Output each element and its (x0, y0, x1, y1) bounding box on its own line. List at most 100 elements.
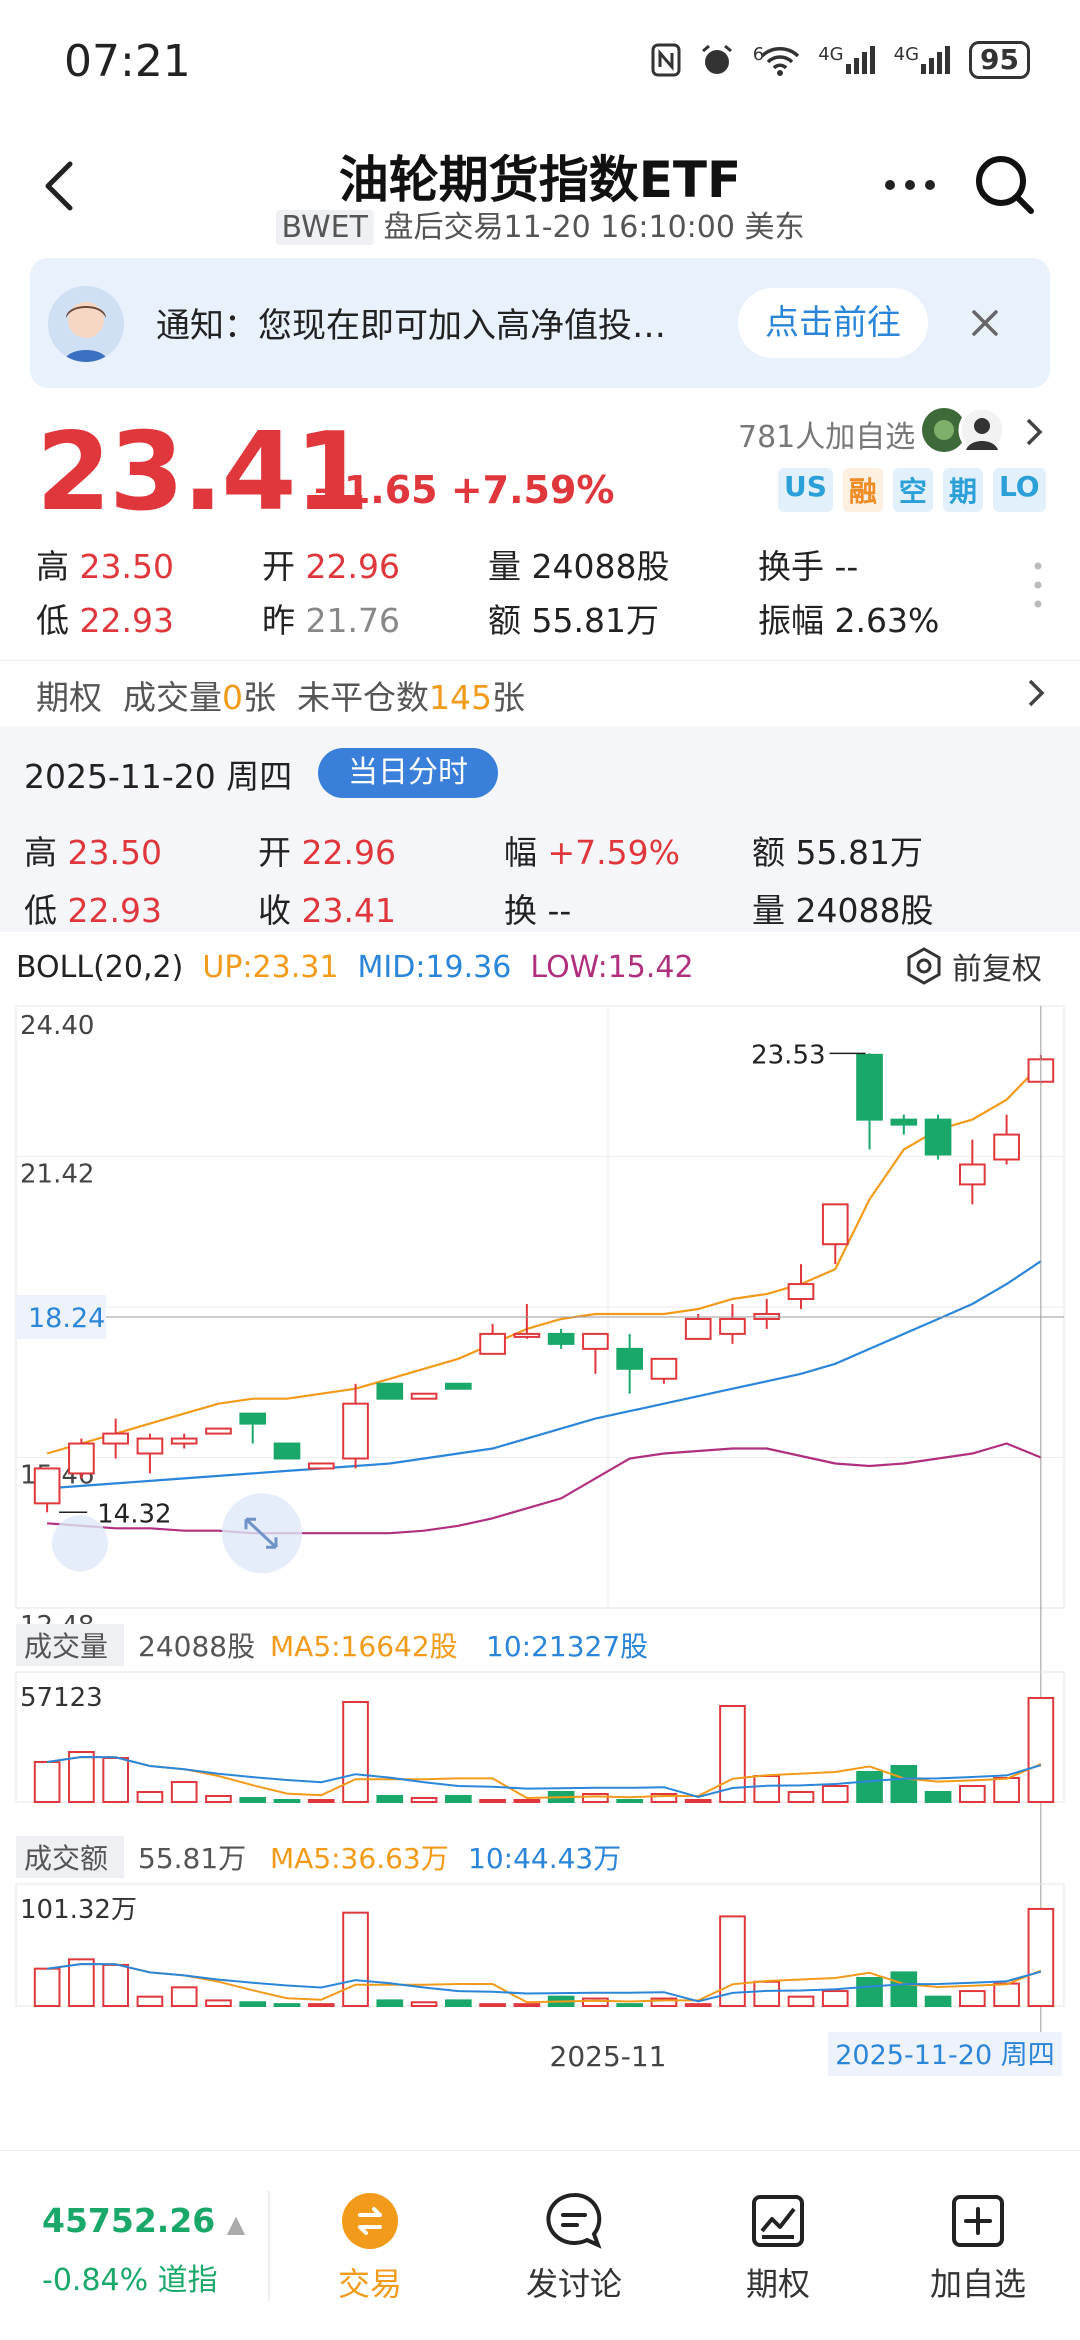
amount-panel-bar (821, 1990, 849, 2007)
add-icon (952, 2195, 1004, 2247)
stat-volume: 量 24088股 (488, 547, 670, 586)
amount-panel-bar (33, 1967, 61, 2007)
daily-close: 收 23.41 (258, 891, 396, 930)
volume-panel-ma10: 10:21327股 (486, 1630, 648, 1663)
nav-discuss[interactable]: 发讨论 (504, 2191, 644, 2305)
follower-count[interactable]: 781人加自选 (738, 412, 915, 456)
amount-panel-bar (102, 1963, 130, 2008)
boll-low-line (47, 1442, 1042, 1535)
status-bar: 07:21 6 4G 4G 95 (0, 0, 1080, 120)
nav-add-watchlist[interactable]: 加自选 (908, 2191, 1048, 2305)
battery-icon: 95 (969, 41, 1030, 79)
close-icon[interactable] (960, 298, 1010, 348)
amount-panel-ma5: MA5:36.63万 (270, 1842, 449, 1875)
amount-panel-bar (205, 1999, 232, 2008)
volume-panel-bar (342, 1701, 369, 1803)
volume-panel-bar (170, 1781, 198, 1803)
stock-tags: US 融 空 期 LO (778, 468, 1046, 512)
volume-panel-bar (136, 1791, 164, 1803)
volume-panel-ma5: MA5:16642股 (270, 1630, 458, 1663)
candle (68, 1442, 95, 1475)
candle (616, 1347, 644, 1370)
daily-volume: 量 24088股 (752, 891, 934, 930)
volume-panel-bar (444, 1795, 472, 1803)
nav-options[interactable]: 期权 (708, 2191, 848, 2305)
candle (444, 1382, 472, 1390)
amount-panel-bar (479, 2003, 506, 2007)
daily-turnover: 换 -- (504, 891, 572, 930)
options-chart-icon (752, 2195, 804, 2247)
amount-panel-bar (684, 2003, 712, 2007)
chevron-right-icon[interactable] (1020, 675, 1050, 711)
kline-chart-area[interactable]: BOLL(20,2) UP:23.31 MID:19.36 LOW:15.42 … (0, 932, 1080, 2092)
tag-us: US (778, 468, 833, 512)
amount-panel-bar (890, 1971, 918, 2008)
amount-panel-bar (1027, 1907, 1055, 2008)
candle (856, 1053, 883, 1121)
kline-svg[interactable]: 24.4021.4218.4415.4612.4818.2423.5314.32… (0, 932, 1080, 2092)
amount-panel-bar (410, 2001, 438, 2008)
daily-open: 开 22.96 (258, 833, 396, 872)
bottom-nav: 45752.26 ▲ -0.84% 道指 交易 发讨论 期权 加自选 (0, 2150, 1080, 2340)
status-time: 07:21 (64, 36, 191, 87)
dow-index-change[interactable]: -0.84% 道指 (42, 2255, 218, 2299)
follower-avatars[interactable] (920, 406, 1010, 454)
intraday-button[interactable]: 当日分时 (318, 748, 498, 798)
candle (993, 1133, 1020, 1161)
expand-stats-icon[interactable] (1030, 560, 1046, 610)
stat-amount: 额 55.81万 (488, 601, 659, 640)
candle (582, 1332, 609, 1350)
amount-panel-bar (444, 1999, 472, 2008)
y-tick-label: 21.42 (20, 1160, 94, 1190)
candle (136, 1437, 164, 1455)
candle (684, 1317, 712, 1340)
options-summary-row[interactable]: 期权 成交量0张 未平仓数145张 (0, 660, 1080, 726)
divider (268, 2191, 270, 2301)
candle (273, 1442, 301, 1460)
x-axis-current: 2025-11-20 周四 (835, 2040, 1055, 2071)
amount-panel-label: 成交额 (24, 1842, 108, 1875)
amount-panel-bar (239, 2001, 267, 2008)
amount-panel-bar (273, 2003, 301, 2007)
amount-panel-bar (170, 1986, 198, 2008)
more-icon[interactable] (870, 160, 950, 210)
volume-panel-bar (924, 1791, 952, 1803)
volume-panel-max-label: 57123 (20, 1683, 103, 1713)
amount-panel-bar (582, 1997, 609, 2007)
avatar (48, 286, 124, 362)
stat-open: 开 22.96 (262, 547, 400, 586)
candle (102, 1432, 130, 1445)
volume-panel-bar (856, 1771, 883, 1803)
tag-lo: LO (992, 468, 1046, 512)
boll-mid-line (47, 1260, 1042, 1490)
stat-low: 低 22.93 (36, 601, 174, 640)
amount-panel-bar (376, 1999, 404, 2008)
notice-text: 通知：您现在即可加入高净值投… (156, 306, 666, 346)
stat-amplitude: 振幅 2.63% (758, 601, 940, 640)
volume-panel-bar (102, 1757, 130, 1803)
tag-short: 空 (892, 468, 933, 512)
volume-panel-bar (479, 1799, 506, 1803)
volume-panel-bar (410, 1797, 438, 1803)
dow-index-value[interactable]: 45752.26 ▲ (42, 2201, 245, 2240)
daily-date: 2025-11-20 周四 (24, 757, 293, 796)
tag-options: 期 (942, 468, 983, 512)
amount-panel-bar (856, 1977, 883, 2007)
ticker-symbol: BWET (275, 210, 374, 245)
amount-panel-max-label: 101.32万 (20, 1895, 137, 1925)
daily-range: 幅 +7.59% (504, 833, 680, 872)
stat-high: 高 23.50 (36, 547, 174, 586)
crosshair-price-label: 18.24 (28, 1303, 105, 1334)
volume-panel-value: 24088股 (138, 1630, 255, 1663)
search-icon[interactable] (970, 150, 1040, 220)
candle (650, 1357, 678, 1380)
notice-banner: 通知：您现在即可加入高净值投… 点击前往 (30, 258, 1050, 388)
volume-panel-label: 成交量 (24, 1630, 108, 1663)
trading-session: 盘后交易11-20 16:10:00 美东 (383, 210, 805, 245)
volume-panel-bar (821, 1785, 849, 1803)
notice-go-button[interactable]: 点击前往 (738, 288, 928, 358)
stat-prev-close: 昨 21.76 (262, 601, 400, 640)
price-change: +1.65 +7.59% (312, 468, 615, 512)
nav-trade[interactable]: 交易 (300, 2191, 440, 2305)
chevron-right-icon[interactable] (1018, 414, 1048, 450)
